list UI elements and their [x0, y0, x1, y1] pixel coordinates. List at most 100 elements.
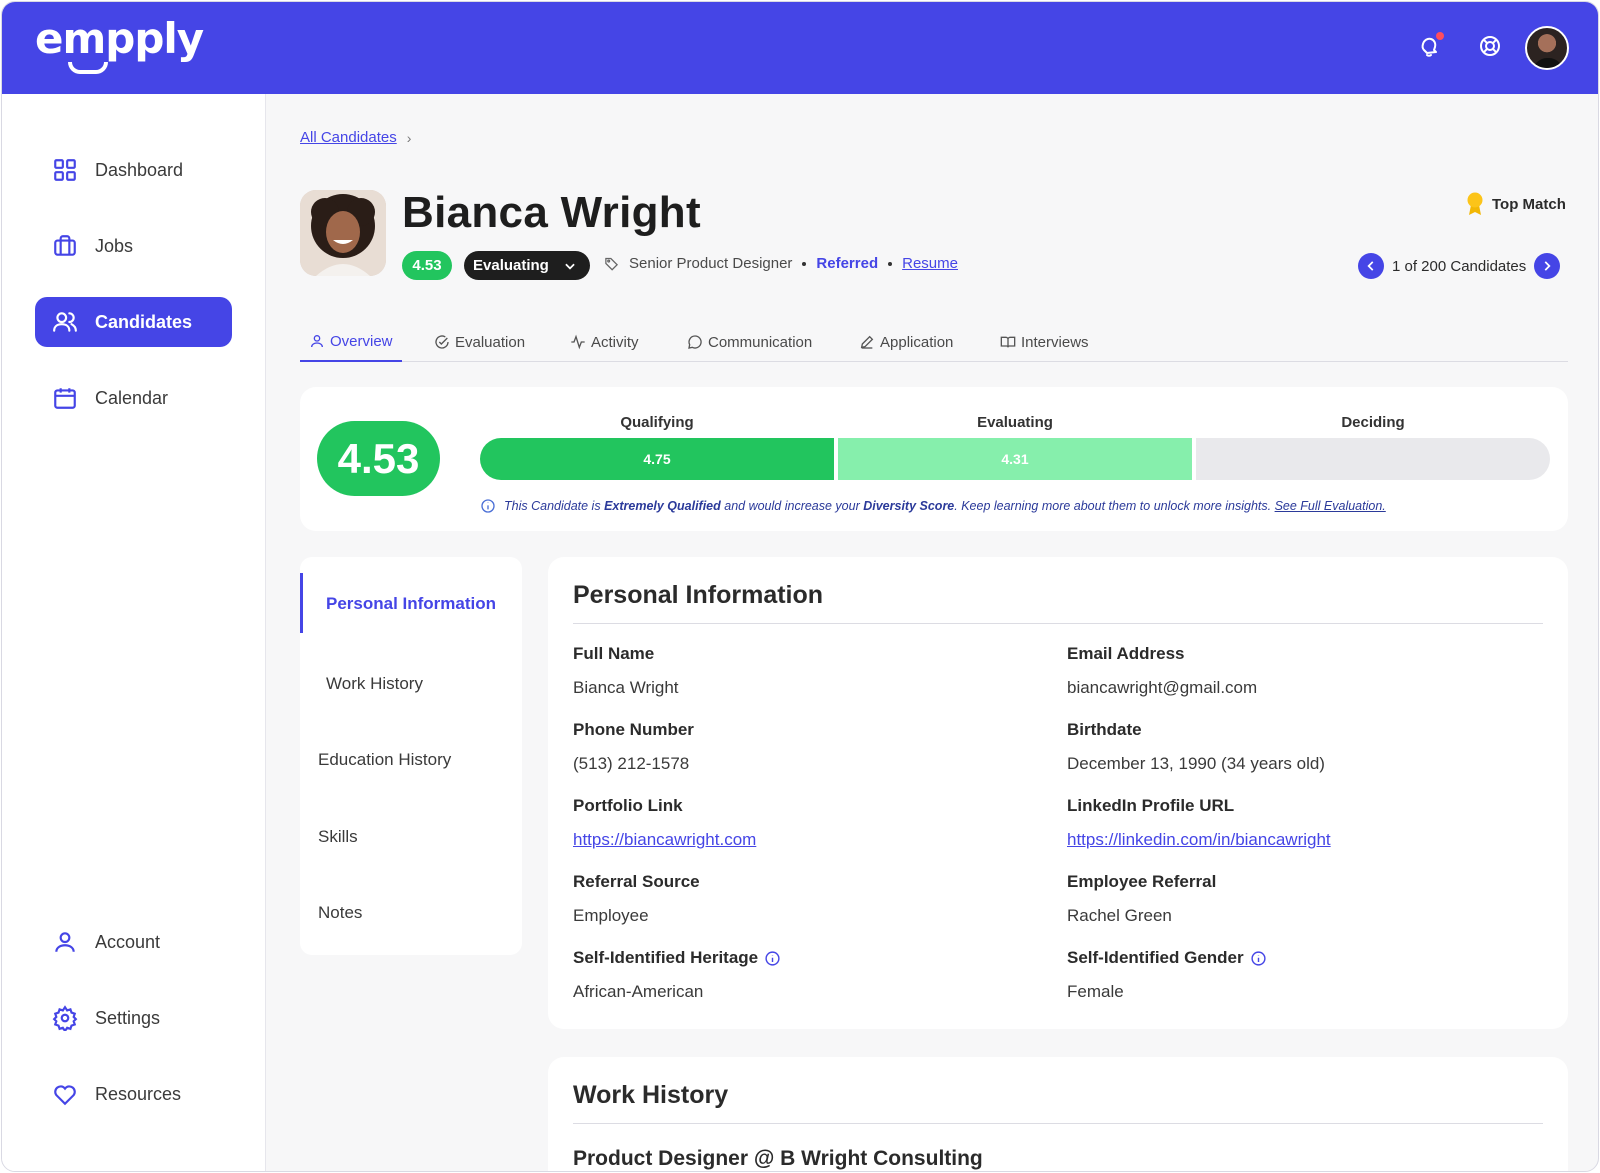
card-divider [573, 1123, 1543, 1124]
field-label-birthdate: Birthdate [1067, 720, 1142, 739]
next-candidate-button[interactable] [1534, 253, 1561, 279]
breadcrumb-link-all-candidates[interactable]: All Candidates [300, 129, 397, 146]
candidate-portrait [300, 190, 386, 276]
meta-separator-dot [888, 261, 893, 266]
dashboard-grid-icon [54, 159, 76, 181]
section-link-personal-information[interactable]: Personal Information [326, 594, 496, 614]
user-icon [55, 932, 75, 952]
section-link-notes[interactable]: Notes [318, 903, 362, 923]
heart-icon [54, 1085, 76, 1106]
section-link-education-history[interactable]: Education History [318, 750, 451, 770]
stage-bar-evaluating: 4.31 [838, 438, 1192, 480]
sidebar-item-label: Settings [95, 1007, 161, 1028]
chevron-left-icon [1367, 261, 1374, 271]
meta-separator-dot [802, 261, 807, 266]
top-bar: empply [2, 2, 1598, 94]
stage-bar-qualifying: 4.75 [480, 438, 834, 480]
tab-application[interactable]: Application [859, 322, 953, 362]
notification-icon[interactable] [1416, 32, 1444, 60]
tag-icon [605, 257, 619, 271]
chevron-down-icon [565, 263, 575, 270]
personal-information-card: Personal Information Full Name Bianca Wr… [548, 557, 1568, 1029]
book-open-icon [1000, 336, 1016, 348]
tab-activity[interactable]: Activity [570, 322, 639, 362]
field-value-referral-source: Employee [573, 906, 649, 925]
field-label-referral-source: Referral Source [573, 872, 700, 891]
top-match-label: Top Match [1492, 195, 1566, 213]
tab-interviews[interactable]: Interviews [1000, 322, 1089, 362]
section-nav: Personal Information Work History Educat… [300, 557, 522, 955]
tab-label: Communication [708, 333, 813, 351]
app-logo[interactable]: empply [35, 14, 204, 63]
field-label-portfolio: Portfolio Link [573, 796, 683, 815]
sidebar-item-candidates[interactable]: Candidates [35, 297, 232, 347]
referred-tag: Referred [816, 255, 879, 272]
info-icon[interactable] [764, 950, 781, 967]
section-active-indicator [300, 573, 303, 633]
logo-smile-mark [68, 62, 108, 74]
work-history-role: Product Designer @ B Wright Consulting [573, 1147, 983, 1170]
section-link-skills[interactable]: Skills [318, 827, 358, 847]
see-full-evaluation-link[interactable]: See Full Evaluation. [1275, 499, 1386, 513]
chevron-right-icon [1544, 261, 1551, 271]
sidebar-item-dashboard[interactable]: Dashboard [35, 145, 232, 195]
score-card: 4.53 Qualifying Evaluating Deciding 4.75… [300, 387, 1568, 531]
field-label-text: Self-Identified Gender [1067, 948, 1244, 967]
app-window: empply Dashboard Jobs Candidates Calenda… [1, 1, 1599, 1172]
breadcrumb-separator: › [406, 129, 412, 146]
evaluation-info-line: This Candidate is Extremely Qualified an… [480, 498, 1386, 514]
sidebar-item-jobs[interactable]: Jobs [35, 221, 232, 271]
notification-dot [1436, 32, 1444, 40]
tab-label: Application [880, 333, 954, 351]
candidate-job-title: Senior Product Designer [629, 255, 793, 272]
stage-label-evaluating: Evaluating [977, 414, 1053, 431]
tab-label: Overview [330, 332, 393, 350]
candidate-score-badge: 4.53 [402, 251, 452, 280]
info-icon [481, 499, 495, 513]
candidate-meta: Senior Product Designer Referred Resume [604, 255, 958, 272]
briefcase-icon [54, 235, 76, 256]
users-icon [53, 312, 77, 332]
info-icon[interactable] [1250, 950, 1267, 967]
portfolio-link[interactable]: https://biancawright.com [573, 830, 756, 850]
section-link-work-history[interactable]: Work History [326, 674, 423, 694]
sidebar-item-label: Account [95, 931, 161, 952]
candidate-pager: 1 of 200 Candidates [1358, 253, 1561, 279]
tab-label: Interviews [1021, 333, 1089, 351]
field-value-full-name: Bianca Wright [573, 678, 679, 697]
sidebar: Dashboard Jobs Candidates Calendar Accou… [2, 94, 266, 1171]
candidate-name: Bianca Wright [402, 188, 701, 237]
user-avatar[interactable] [1525, 26, 1569, 70]
personal-information-title: Personal Information [573, 581, 824, 609]
activity-icon [571, 334, 585, 350]
tab-label: Activity [591, 333, 639, 351]
field-label-text: Self-Identified Heritage [573, 948, 759, 967]
sidebar-item-label: Calendar [95, 387, 169, 408]
pager-count: 1 of 200 Candidates [1392, 257, 1527, 275]
sidebar-item-account[interactable]: Account [35, 917, 232, 967]
field-label-phone: Phone Number [573, 720, 694, 739]
sidebar-item-calendar[interactable]: Calendar [35, 373, 232, 423]
status-dropdown[interactable]: Evaluating [464, 251, 590, 280]
gear-icon [52, 1005, 78, 1031]
sidebar-item-settings[interactable]: Settings [35, 993, 232, 1043]
tab-communication[interactable]: Communication [687, 322, 812, 362]
resume-link[interactable]: Resume [902, 255, 958, 272]
field-label-linkedin: LinkedIn Profile URL [1067, 796, 1235, 815]
candidate-photo [300, 190, 386, 276]
field-value-phone: (513) 212-1578 [573, 754, 690, 773]
card-divider [573, 623, 1543, 624]
linkedin-link[interactable]: https://linkedin.com/in/biancawright [1067, 830, 1331, 850]
field-label-heritage: Self-Identified Heritage [573, 948, 781, 968]
field-label-full-name: Full Name [573, 644, 655, 663]
field-value-birthdate: December 13, 1990 (34 years old) [1067, 754, 1325, 773]
check-circle-icon [435, 335, 449, 349]
sidebar-item-resources[interactable]: Resources [35, 1069, 232, 1119]
stage-label-deciding: Deciding [1341, 414, 1405, 431]
help-icon[interactable] [1476, 32, 1504, 60]
previous-candidate-button[interactable] [1358, 253, 1384, 279]
tab-overview[interactable]: Overview [300, 322, 402, 362]
field-value-heritage: African-American [573, 982, 704, 1001]
field-label-gender: Self-Identified Gender [1067, 948, 1267, 968]
tab-evaluation[interactable]: Evaluation [434, 322, 525, 362]
